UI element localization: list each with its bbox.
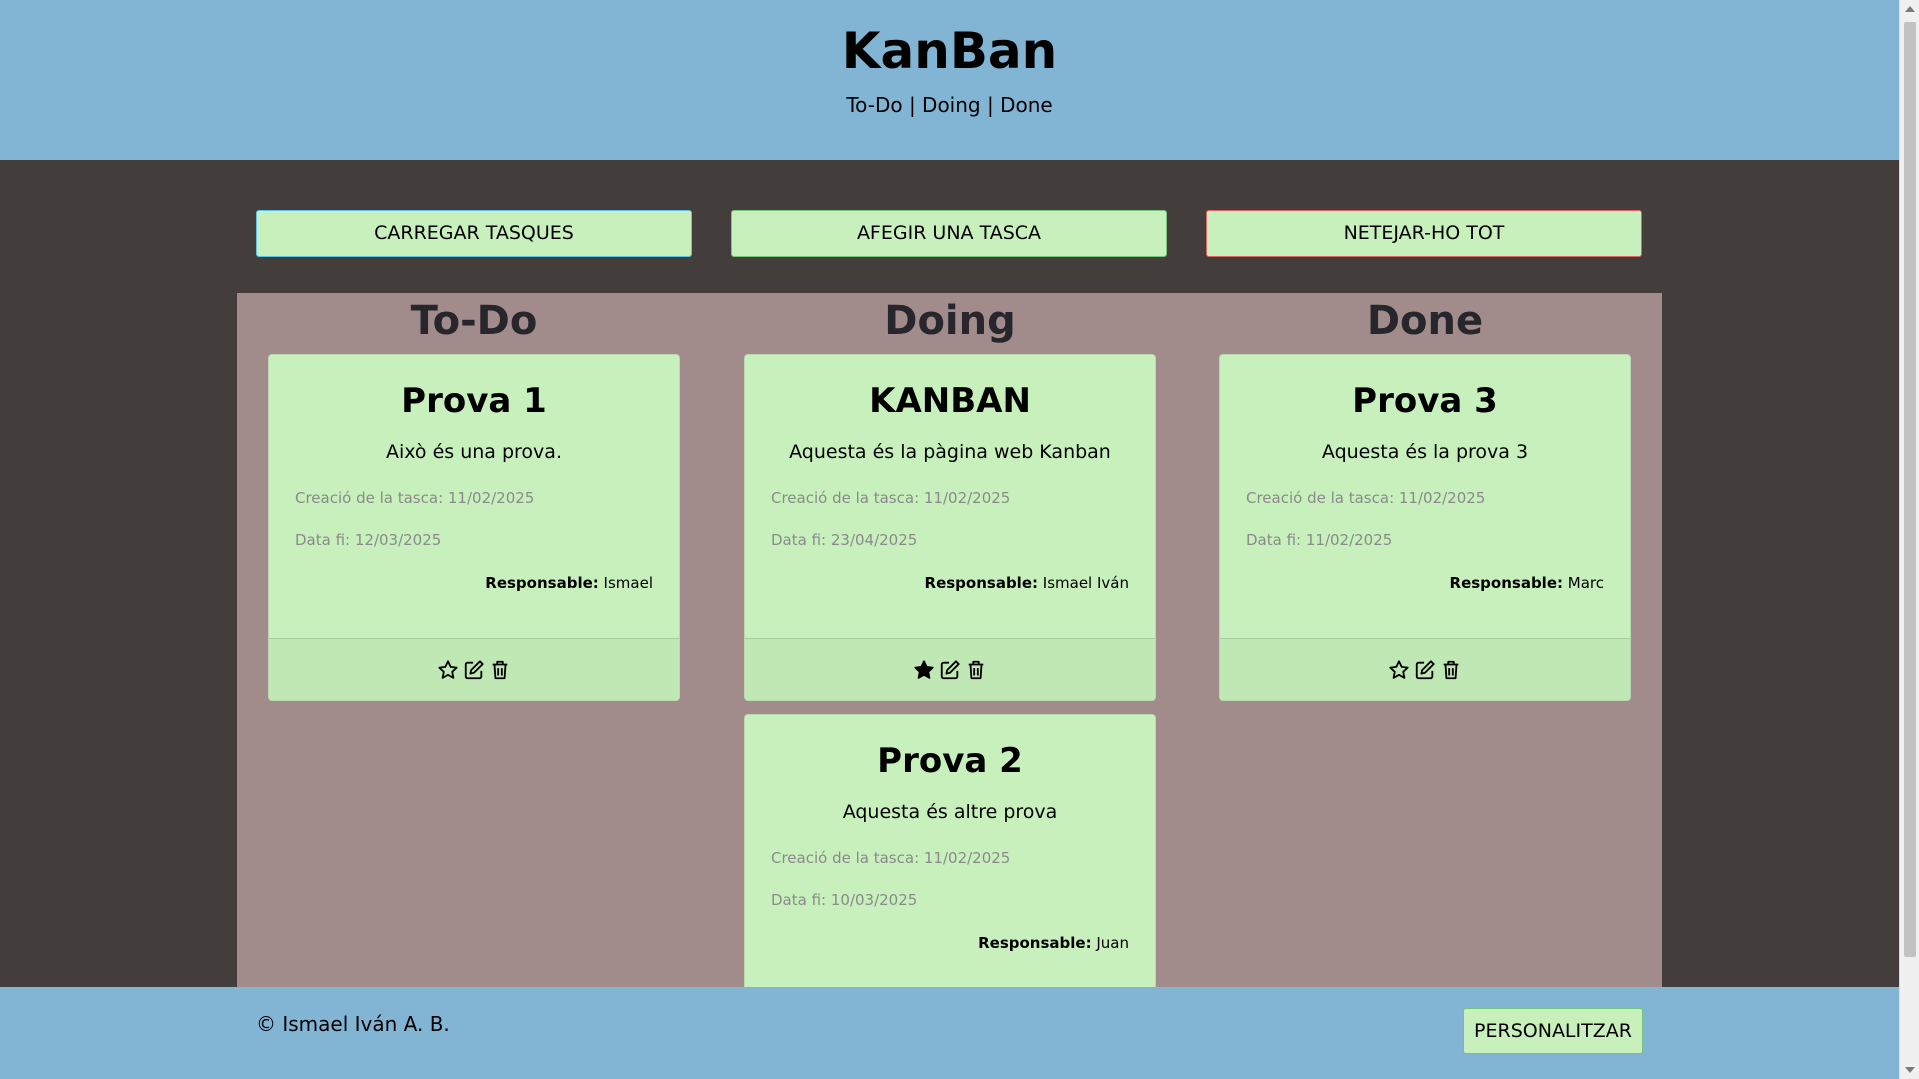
column-title: To-Do <box>410 298 538 344</box>
edit-icon[interactable] <box>1414 659 1436 681</box>
card-end-date: Data fi: 12/03/2025 <box>295 531 442 549</box>
owner-name: Ismael <box>603 574 653 592</box>
card-created-date: Creació de la tasca: 11/02/2025 <box>771 849 1011 867</box>
card-actions <box>745 638 1155 700</box>
card-end-date: Data fi: 11/02/2025 <box>1246 531 1393 549</box>
card-end-date: Data fi: 23/04/2025 <box>771 531 918 549</box>
trash-icon[interactable] <box>489 659 511 681</box>
card-actions <box>269 638 679 700</box>
column-done: Done Prova 3 Aquesta és la prova 3 Creac… <box>1219 293 1631 701</box>
task-card: KANBAN Aquesta és la pàgina web Kanban C… <box>744 354 1156 701</box>
card-description: Aquesta és la prova 3 <box>1321 441 1529 463</box>
scroll-down-arrow-icon[interactable] <box>1905 1067 1915 1073</box>
card-owner: Responsable: Ismael <box>485 574 653 592</box>
task-card: Prova 2 Aquesta és altre prova Creació d… <box>744 714 1156 999</box>
edit-icon[interactable] <box>939 659 961 681</box>
card-created-date: Creació de la tasca: 11/02/2025 <box>295 489 535 507</box>
action-bar: CARREGAR TASQUES AFEGIR UNA TASCA NETEJA… <box>256 210 1643 257</box>
owner-name: Marc <box>1567 574 1604 592</box>
star-icon[interactable] <box>1388 659 1410 681</box>
card-created-date: Creació de la tasca: 11/02/2025 <box>1246 489 1486 507</box>
scrollbar-thumb[interactable] <box>1904 22 1916 957</box>
task-card: Prova 3 Aquesta és la prova 3 Creació de… <box>1219 354 1631 701</box>
column-title: Doing <box>884 298 1016 344</box>
owner-label: Responsable: <box>485 574 599 592</box>
owner-label: Responsable: <box>1449 574 1563 592</box>
edit-icon[interactable] <box>463 659 485 681</box>
page-subtitle: To-Do | Doing | Done <box>846 93 1053 117</box>
task-card: Prova 1 Això és una prova. Creació de la… <box>268 354 680 701</box>
customize-button[interactable]: PERSONALITZAR <box>1463 1008 1643 1054</box>
header: KanBan To-Do | Doing | Done <box>0 0 1899 160</box>
owner-label: Responsable: <box>978 934 1092 952</box>
column-todo: To-Do Prova 1 Això és una prova. Creació… <box>268 293 680 701</box>
add-task-button[interactable]: AFEGIR UNA TASCA <box>731 210 1167 257</box>
column-doing: Doing KANBAN Aquesta és la pàgina web Ka… <box>744 293 1156 999</box>
clear-all-button[interactable]: NETEJAR-HO TOT <box>1206 210 1642 257</box>
owner-name: Juan <box>1096 934 1129 952</box>
card-body: KANBAN Aquesta és la pàgina web Kanban C… <box>745 355 1155 638</box>
card-body: Prova 3 Aquesta és la prova 3 Creació de… <box>1220 355 1630 638</box>
card-description: Això és una prova. <box>385 441 562 463</box>
card-title: Prova 2 <box>877 741 1023 781</box>
vertical-scrollbar[interactable] <box>1899 0 1919 1079</box>
column-title: Done <box>1366 298 1484 344</box>
card-body: Prova 1 Això és una prova. Creació de la… <box>269 355 679 638</box>
load-tasks-button[interactable]: CARREGAR TASQUES <box>256 210 692 257</box>
card-owner: Responsable: Ismael Iván <box>925 574 1129 592</box>
card-description: Aquesta és altre prova <box>842 801 1058 823</box>
owner-label: Responsable: <box>924 574 1038 592</box>
card-title: Prova 1 <box>401 381 547 421</box>
page: KanBan To-Do | Doing | Done CARREGAR TAS… <box>0 0 1899 1079</box>
owner-name: Ismael Iván <box>1042 574 1129 592</box>
card-actions <box>1220 638 1630 700</box>
scroll-up-arrow-icon[interactable] <box>1905 6 1915 12</box>
copyright-text: © Ismael Iván A. B. <box>256 1012 450 1036</box>
kanban-board: To-Do Prova 1 Això és una prova. Creació… <box>237 293 1662 1013</box>
trash-icon[interactable] <box>965 659 987 681</box>
card-title: KANBAN <box>869 381 1031 421</box>
card-owner: Responsable: Juan <box>978 934 1129 952</box>
star-icon[interactable] <box>437 659 459 681</box>
star-filled-icon[interactable] <box>913 659 935 681</box>
card-description: Aquesta és la pàgina web Kanban <box>789 441 1111 463</box>
trash-icon[interactable] <box>1440 659 1462 681</box>
card-body: Prova 2 Aquesta és altre prova Creació d… <box>745 715 1155 998</box>
page-title: KanBan <box>841 22 1058 80</box>
card-created-date: Creació de la tasca: 11/02/2025 <box>771 489 1011 507</box>
card-owner: Responsable: Marc <box>1450 574 1604 592</box>
card-end-date: Data fi: 10/03/2025 <box>771 891 918 909</box>
card-title: Prova 3 <box>1352 381 1498 421</box>
